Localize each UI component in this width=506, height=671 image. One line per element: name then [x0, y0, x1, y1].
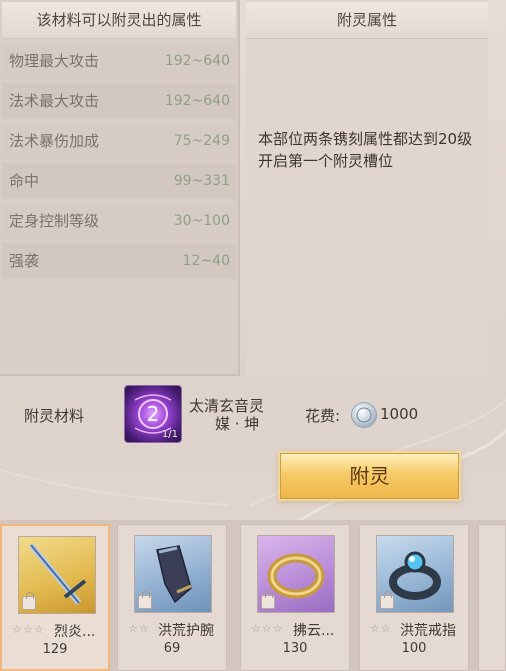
material-name-line2: 媒 · 坤	[215, 415, 260, 433]
enchant-slot-hint: 本部位两条镌刻属性都达到20级开启第一个附灵槽位	[258, 130, 473, 170]
material-name: 太清玄音灵 媒 · 坤	[189, 397, 264, 433]
equipment-slot-3[interactable]: ☆☆☆ 拂云... 130	[240, 524, 350, 671]
gem-ring-icon	[376, 535, 454, 613]
equipment-name: 烈炎...	[54, 624, 96, 640]
equipment-level: 129	[42, 642, 68, 657]
attribute-range: 192~640	[164, 53, 230, 69]
attribute-range: 75~249	[173, 133, 230, 149]
attribute-panel: 该材料可以附灵出的属性 物理最大攻击 192~640 法术最大攻击 192~64…	[0, 0, 240, 376]
attribute-row: 命中 99~331	[2, 163, 236, 199]
attribute-name: 定身控制等级	[9, 212, 100, 230]
equipment-name: 拂云...	[293, 623, 335, 639]
equipment-name: 洪荒护腕	[158, 623, 214, 639]
lock-icon[interactable]	[138, 591, 152, 609]
equipment-name: 洪荒戒指	[400, 623, 456, 639]
material-name-line1: 太清玄音灵	[189, 397, 265, 415]
lock-icon[interactable]	[22, 592, 36, 610]
equipment-level: 100	[401, 641, 427, 656]
attribute-panel-title: 该材料可以附灵出的属性	[2, 2, 236, 39]
enchant-panel-title: 附灵属性	[246, 2, 488, 39]
attribute-range: 30~100	[173, 213, 230, 229]
equipment-slot-5[interactable]	[478, 524, 506, 671]
material-label: 附灵材料	[24, 407, 85, 425]
equipment-slot-2[interactable]: ☆☆ 洪荒护腕 69	[117, 524, 227, 671]
attribute-name: 法术暴伤加成	[9, 132, 100, 150]
lock-icon[interactable]	[261, 591, 275, 609]
attribute-row: 法术暴伤加成 75~249	[2, 123, 236, 159]
gold-ring-icon	[257, 535, 335, 613]
silver-coin-icon	[352, 403, 376, 427]
material-count: 1/1	[161, 429, 178, 440]
equipment-slot-1[interactable]: ☆☆☆ 烈炎... 129	[0, 524, 110, 671]
sword-icon	[18, 536, 96, 614]
cost-value: 1000	[380, 405, 419, 423]
attribute-name: 强袭	[9, 252, 40, 270]
star-rating: ☆☆☆	[251, 622, 284, 635]
lock-icon[interactable]	[380, 591, 394, 609]
attribute-range: 12~40	[182, 253, 230, 269]
attribute-range: 99~331	[173, 173, 230, 189]
cost-label: 花费:	[305, 407, 341, 425]
attribute-row: 法术最大攻击 192~640	[2, 83, 236, 119]
equipment-slot-4[interactable]: ☆☆ 洪荒戒指 100	[359, 524, 469, 671]
star-rating: ☆☆	[370, 622, 392, 635]
attribute-row: 物理最大攻击 192~640	[2, 43, 236, 79]
enchant-button[interactable]: 附灵	[278, 451, 461, 501]
equipment-level: 130	[282, 641, 308, 656]
attribute-row: 强袭 12~40	[2, 243, 236, 279]
attribute-name: 物理最大攻击	[9, 52, 100, 70]
star-rating: ☆☆☆	[12, 623, 45, 636]
attribute-name: 法术最大攻击	[9, 92, 100, 110]
svg-text:2: 2	[147, 402, 160, 426]
attribute-row: 定身控制等级 30~100	[2, 203, 236, 239]
bracer-icon	[134, 535, 212, 613]
material-item-slot[interactable]: 2 1/1	[125, 386, 181, 442]
attribute-range: 192~640	[164, 93, 230, 109]
enchant-attribute-panel: 附灵属性 本部位两条镌刻属性都达到20级开启第一个附灵槽位	[246, 0, 488, 376]
star-rating: ☆☆	[128, 622, 150, 635]
attribute-name: 命中	[9, 172, 40, 190]
equipment-level: 69	[163, 641, 181, 656]
